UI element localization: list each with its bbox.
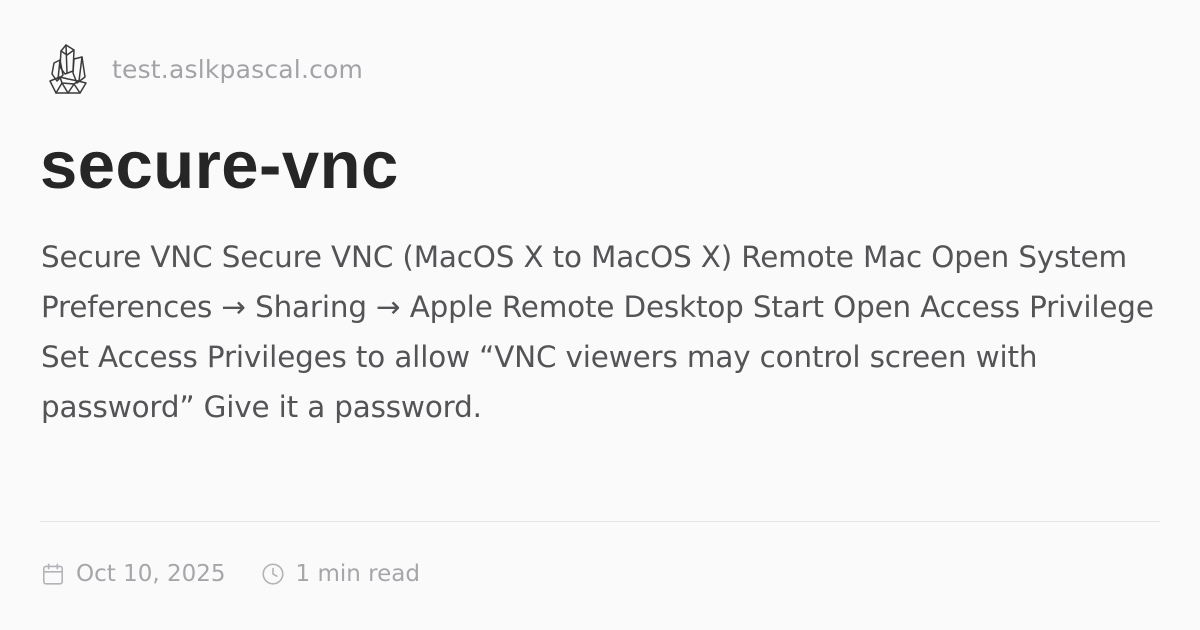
site-header: test.aslkpascal.com bbox=[46, 40, 363, 98]
calendar-icon bbox=[42, 563, 64, 585]
read-time-text: 1 min read bbox=[295, 561, 420, 587]
read-time: 1 min read bbox=[260, 561, 420, 587]
post-meta: Oct 10, 2025 1 min read bbox=[40, 556, 420, 592]
post-summary: Secure VNC Secure VNC (MacOS X to MacOS … bbox=[41, 240, 1154, 424]
crystal-logo-icon bbox=[49, 44, 87, 94]
post-date: Oct 10, 2025 bbox=[40, 561, 226, 587]
divider bbox=[40, 521, 1160, 522]
site-name[interactable]: test.aslkpascal.com bbox=[112, 55, 363, 84]
post-title: secure-vnc bbox=[40, 128, 399, 203]
post-date-text: Oct 10, 2025 bbox=[76, 561, 226, 587]
clock-icon bbox=[261, 563, 284, 585]
og-card: test.aslkpascal.com secure-vnc Secure VN… bbox=[0, 0, 1200, 630]
